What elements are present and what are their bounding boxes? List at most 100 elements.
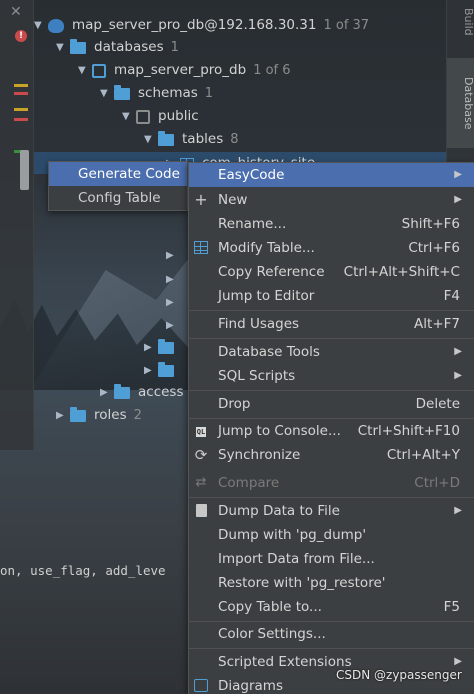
expand-arrow-icon[interactable]: ▼ xyxy=(100,82,114,105)
dump-icon xyxy=(193,503,209,519)
menu-item-dump-data[interactable]: Dump Data to File ▶ xyxy=(189,499,474,523)
tree-node-collapsed[interactable]: ▶ xyxy=(166,314,180,337)
expand-arrow-icon[interactable]: ▼ xyxy=(144,128,158,151)
menu-item-copy-table[interactable]: Copy Table to... F5 xyxy=(189,595,474,619)
folder-icon xyxy=(70,38,86,54)
tree-node-label: databases xyxy=(94,39,164,55)
expand-arrow-icon[interactable]: ▼ xyxy=(34,14,48,37)
close-icon[interactable]: ✕ xyxy=(10,4,22,20)
tree-node-database[interactable]: ▼ map_server_pro_db 1 of 6 xyxy=(78,59,291,82)
postgresql-icon xyxy=(48,18,64,33)
menu-item-shortcut: Ctrl+Shift+F10 xyxy=(357,423,460,439)
sync-icon: ⟳ xyxy=(194,446,208,464)
menu-item-copy-reference[interactable]: Copy Reference Ctrl+Alt+Shift+C xyxy=(189,260,474,284)
scrollbar-thumb[interactable] xyxy=(20,150,29,190)
menu-item-label: Compare xyxy=(218,475,280,491)
submenu-arrow-icon: ▶ xyxy=(454,194,462,205)
menu-item-jump-to-console[interactable]: QL Jump to Console... Ctrl+Shift+F10 xyxy=(189,419,474,443)
menu-item-find-usages[interactable]: Find Usages Alt+F7 xyxy=(189,312,474,336)
menu-item-rename[interactable]: Rename... Shift+F6 xyxy=(189,212,474,236)
collapse-arrow-icon[interactable]: ▶ xyxy=(144,359,158,382)
menu-item-compare[interactable]: ⇄ Compare Ctrl+D xyxy=(189,471,474,495)
menu-item-generate-code[interactable]: Generate Code xyxy=(49,162,187,186)
console-icon: QL xyxy=(195,427,207,437)
menu-item-pg-dump[interactable]: Dump with 'pg_dump' xyxy=(189,523,474,547)
tree-node-schemas[interactable]: ▼ schemas 1 xyxy=(100,82,213,105)
left-gutter: ✕ ! xyxy=(0,0,34,450)
warning-marker[interactable] xyxy=(14,84,28,87)
tree-node-roles[interactable]: ▶ roles 2 xyxy=(56,404,142,427)
menu-item-label: Dump with 'pg_dump' xyxy=(218,527,367,543)
folder-icon xyxy=(70,406,86,422)
compare-icon: ⇄ xyxy=(195,475,207,490)
submenu-arrow-icon: ▶ xyxy=(454,505,462,516)
tree-node-label: map_server_pro_db xyxy=(114,62,247,78)
menu-item-import-data[interactable]: Import Data from File... xyxy=(189,547,474,571)
tab-build[interactable]: Build xyxy=(447,2,474,40)
expand-arrow-icon[interactable]: ▼ xyxy=(122,105,136,128)
menu-item-label: Restore with 'pg_restore' xyxy=(218,575,386,591)
context-menu: EasyCode ▶ + New ▶ Rename... Shift+F6 Mo… xyxy=(188,162,474,694)
collapse-arrow-icon[interactable]: ▶ xyxy=(100,381,114,404)
menu-item-shortcut: Delete xyxy=(415,396,460,412)
error-marker[interactable] xyxy=(14,118,28,121)
expand-arrow-icon[interactable]: ▼ xyxy=(78,59,92,82)
diagram-icon xyxy=(193,678,209,694)
menu-item-color-settings[interactable]: Color Settings... xyxy=(189,622,474,646)
tree-node-access[interactable]: ▶ access xyxy=(100,381,184,404)
folder-icon xyxy=(114,383,130,399)
menu-item-jump-to-editor[interactable]: Jump to Editor F4 xyxy=(189,284,474,308)
tree-node-collapsed[interactable]: ▶ xyxy=(144,359,182,382)
tree-node-databases[interactable]: ▼ databases 1 xyxy=(56,36,179,59)
menu-item-shortcut: Ctrl+F6 xyxy=(408,240,460,256)
menu-separator xyxy=(189,497,474,498)
tree-node-collapsed[interactable]: ▶ xyxy=(144,336,182,359)
tree-node-collapsed[interactable]: ▶ xyxy=(166,291,180,314)
plus-icon: + xyxy=(194,190,208,209)
tree-node-label: schemas xyxy=(138,85,198,101)
submenu-arrow-icon: ▶ xyxy=(454,169,462,180)
menu-item-modify-table[interactable]: Modify Table... Ctrl+F6 xyxy=(189,236,474,260)
collapse-arrow-icon[interactable]: ▶ xyxy=(166,244,180,267)
menu-item-database-tools[interactable]: Database Tools ▶ xyxy=(189,340,474,364)
tree-node-connection[interactable]: ▼ map_server_pro_db@192.168.30.31 1 of 3… xyxy=(34,14,369,37)
menu-separator xyxy=(189,338,474,339)
menu-item-config-table[interactable]: Config Table xyxy=(49,186,187,210)
menu-item-pg-restore[interactable]: Restore with 'pg_restore' xyxy=(189,571,474,595)
collapse-arrow-icon[interactable]: ▶ xyxy=(166,268,180,291)
menu-item-label: Diagrams xyxy=(218,678,283,694)
menu-item-label: Database Tools xyxy=(218,344,320,360)
menu-item-drop[interactable]: Drop Delete xyxy=(189,392,474,416)
warning-marker[interactable] xyxy=(14,108,28,111)
tree-node-collapsed[interactable]: ▶ xyxy=(166,244,180,267)
panel-divider xyxy=(0,535,190,536)
menu-item-easycode[interactable]: EasyCode ▶ xyxy=(189,163,474,187)
easycode-submenu: Generate Code Config Table xyxy=(48,161,188,211)
collapse-arrow-icon[interactable]: ▶ xyxy=(166,291,180,314)
menu-item-shortcut: Alt+F7 xyxy=(414,316,460,332)
editor-code-line[interactable]: on, use_flag, add_leve xyxy=(0,563,190,578)
tree-node-tables[interactable]: ▼ tables 8 xyxy=(144,128,239,151)
tab-database[interactable]: Database xyxy=(447,58,474,148)
menu-item-label: Drop xyxy=(218,396,251,412)
tree-node-label: tables xyxy=(182,131,224,147)
menu-item-new[interactable]: + New ▶ xyxy=(189,188,474,212)
error-marker[interactable] xyxy=(14,92,28,95)
submenu-arrow-icon: ▶ xyxy=(454,370,462,381)
menu-item-shortcut: Ctrl+D xyxy=(414,475,460,491)
collapse-arrow-icon[interactable]: ▶ xyxy=(144,336,158,359)
menu-item-label: Dump Data to File xyxy=(218,503,340,519)
menu-item-synchronize[interactable]: ⟳ Synchronize Ctrl+Alt+Y xyxy=(189,443,474,467)
menu-item-label: Copy Table to... xyxy=(218,599,322,615)
collapse-arrow-icon[interactable]: ▶ xyxy=(56,404,70,427)
folder-icon xyxy=(158,361,174,377)
collapse-arrow-icon[interactable]: ▶ xyxy=(166,314,180,337)
expand-arrow-icon[interactable]: ▼ xyxy=(56,36,70,59)
menu-item-label: Find Usages xyxy=(218,316,300,332)
menu-item-shortcut: F5 xyxy=(443,599,460,615)
menu-item-sql-scripts[interactable]: SQL Scripts ▶ xyxy=(189,364,474,388)
tree-node-collapsed[interactable]: ▶ xyxy=(166,268,180,291)
folder-icon xyxy=(158,130,174,146)
tree-node-public[interactable]: ▼ public xyxy=(122,105,199,128)
error-icon[interactable]: ! xyxy=(15,30,27,42)
